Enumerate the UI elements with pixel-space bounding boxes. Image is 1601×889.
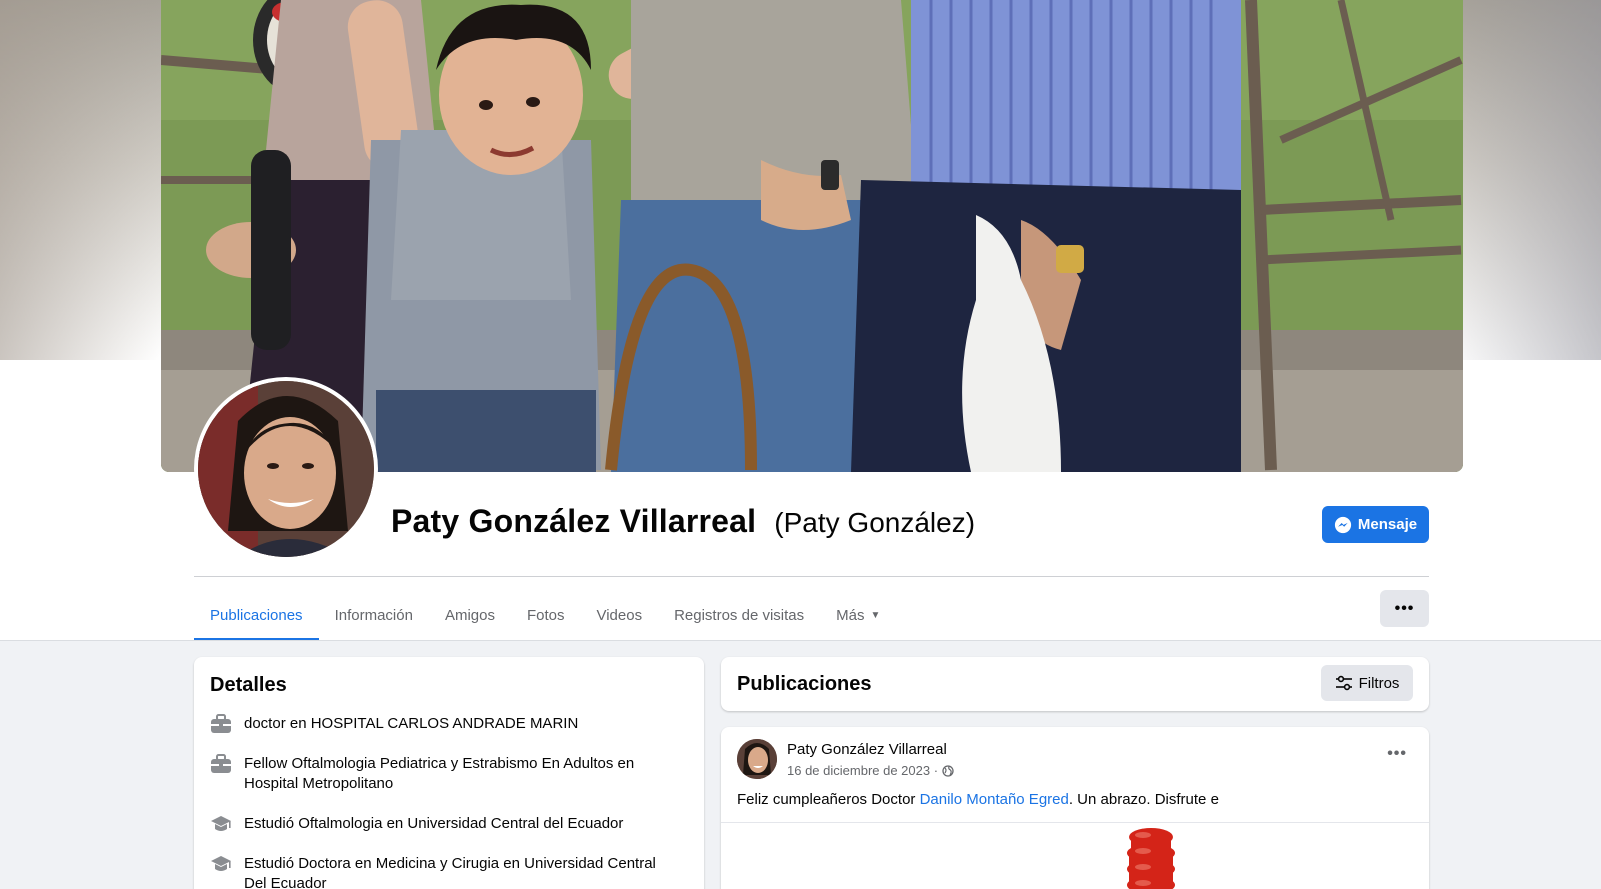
tab-registros-de-visitas[interactable]: Registros de visitas xyxy=(658,590,820,641)
filters-label: Filtros xyxy=(1358,674,1400,692)
detail-item: doctor en HOSPITAL CARLOS ANDRADE MARIN xyxy=(210,714,680,734)
posts-header-card: Publicaciones Filtros xyxy=(721,657,1429,711)
post-date[interactable]: 16 de diciembre de 2023 · xyxy=(787,763,938,778)
details-card: Detalles doctor en HOSPITAL CARLOS ANDRA… xyxy=(194,657,704,889)
ellipsis-icon: ••• xyxy=(1394,599,1415,617)
graduation-cap-icon xyxy=(211,856,231,871)
post-author-name[interactable]: Paty González Villarreal xyxy=(787,741,947,758)
profile-header: Paty González Villarreal (Paty González)… xyxy=(0,0,1601,641)
cover-photo[interactable] xyxy=(161,0,1463,472)
tab-videos[interactable]: Videos xyxy=(580,590,658,641)
tabs-bottom-border xyxy=(0,640,1601,641)
post-meta: 16 de diciembre de 2023 · xyxy=(787,763,954,778)
details-title: Detalles xyxy=(210,674,287,696)
post-image[interactable] xyxy=(721,823,1429,889)
tab-mas[interactable]: Más ▼ xyxy=(820,590,896,641)
tab-amigos[interactable]: Amigos xyxy=(429,590,511,641)
post-card: Paty González Villarreal 16 de diciembre… xyxy=(721,727,1429,889)
tab-fotos[interactable]: Fotos xyxy=(511,590,581,641)
briefcase-icon xyxy=(211,714,231,733)
post-options-button[interactable]: ••• xyxy=(1387,745,1407,763)
tab-publicaciones[interactable]: Publicaciones xyxy=(194,590,319,641)
post-author-avatar[interactable] xyxy=(737,739,777,779)
sliders-icon xyxy=(1335,675,1352,691)
detail-item: Estudió Oftalmologia en Universidad Cent… xyxy=(210,814,680,834)
filters-button[interactable]: Filtros xyxy=(1321,665,1413,701)
globe-icon[interactable] xyxy=(942,764,954,777)
profile-avatar[interactable] xyxy=(194,377,378,561)
detail-item: Fellow Oftalmologia Pediatrica y Estrabi… xyxy=(210,754,680,794)
detail-text: Fellow Oftalmologia Pediatrica y Estrabi… xyxy=(244,755,635,792)
profile-name: Paty González Villarreal xyxy=(391,503,757,539)
caret-down-icon: ▼ xyxy=(870,610,881,621)
message-button-label: Mensaje xyxy=(1357,516,1418,533)
post-text: Feliz cumpleañeros Doctor Danilo Montaño… xyxy=(737,791,1219,808)
posts-title: Publicaciones xyxy=(737,673,872,695)
briefcase-icon xyxy=(211,754,231,773)
messenger-icon xyxy=(1334,516,1351,533)
graduation-cap-icon xyxy=(211,816,231,831)
detail-item: Estudió Doctora en Medicina y Cirugia en… xyxy=(210,854,680,889)
avatar xyxy=(198,381,374,557)
detail-text: Estudió Doctora en Medicina y Cirugia en xyxy=(244,855,525,872)
profile-tabs: Publicaciones Información Amigos Fotos V… xyxy=(194,590,896,641)
profile-alternate-name: (Paty González) xyxy=(774,507,976,538)
detail-text: Estudió Oftalmologia en Universidad Cent… xyxy=(244,815,624,832)
profile-name-row: Paty González Villarreal (Paty González) xyxy=(391,503,975,540)
mention-link[interactable]: Danilo Montaño Egred xyxy=(920,791,1069,808)
tab-informacion[interactable]: Información xyxy=(319,590,429,641)
ellipsis-icon: ••• xyxy=(1387,745,1407,762)
detail-text: doctor en xyxy=(244,715,311,732)
message-button[interactable]: Mensaje xyxy=(1322,506,1429,543)
workplace-link[interactable]: HOSPITAL CARLOS ANDRADE MARIN xyxy=(311,715,579,732)
header-divider xyxy=(194,576,1429,577)
profile-more-button[interactable]: ••• xyxy=(1380,590,1429,627)
